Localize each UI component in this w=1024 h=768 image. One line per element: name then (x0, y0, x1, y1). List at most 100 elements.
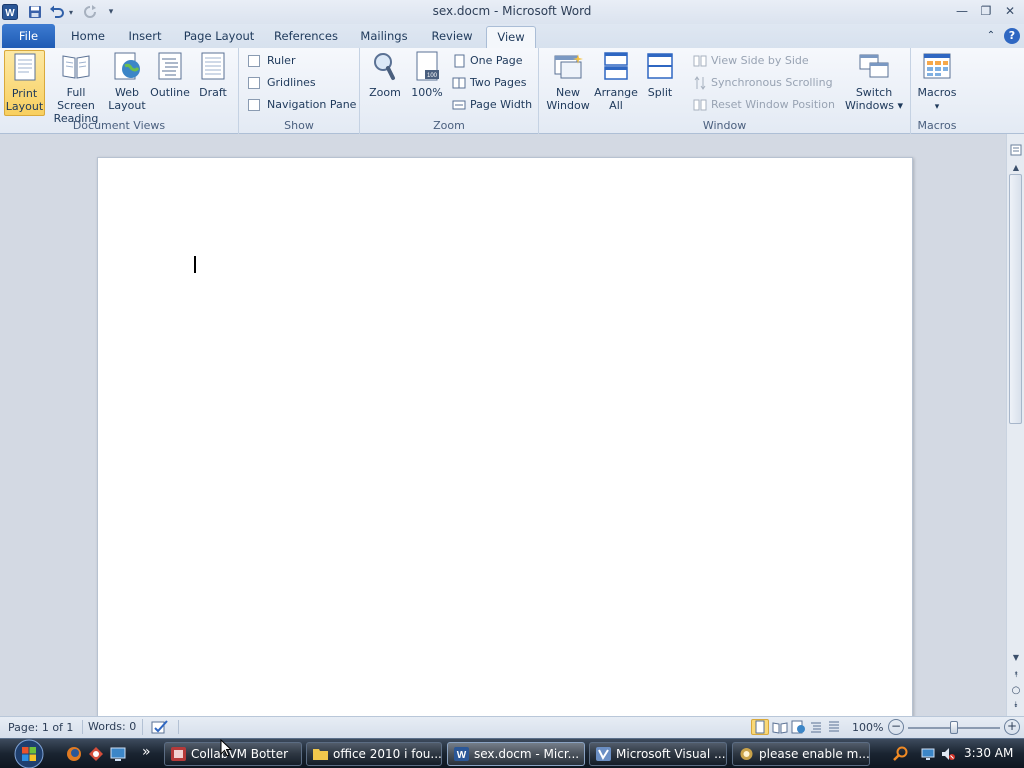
new-window-button[interactable]: New Window (543, 50, 593, 112)
outline-button[interactable]: Outline (149, 50, 191, 99)
web-layout-label-2: Layout (108, 99, 146, 112)
status-full-screen-reading-icon[interactable] (772, 720, 788, 737)
one-page-button[interactable]: One Page (452, 51, 523, 71)
taskbar-item-word-document[interactable]: W sex.docm - Micr... (447, 742, 585, 766)
start-button[interactable] (6, 739, 52, 768)
page-width-button[interactable]: Page Width (452, 95, 532, 115)
tab-mailings[interactable]: Mailings (354, 24, 414, 48)
zoom-label: Zoom (369, 86, 401, 99)
quicklaunch-more-icon[interactable]: » (142, 744, 151, 760)
macros-label: Macros (917, 86, 957, 99)
taskbar-item-please-enable[interactable]: please enable m... (732, 742, 870, 766)
gridlines-checkbox[interactable]: Gridlines (248, 73, 316, 93)
taskbar-item-label: sex.docm - Micr... (474, 747, 580, 761)
arrange-all-icon (604, 52, 628, 80)
taskbar-item-label: please enable m... (759, 747, 870, 761)
document-page[interactable] (97, 157, 913, 727)
draft-button[interactable]: Draft (193, 50, 233, 99)
folder-icon (313, 749, 328, 760)
quicklaunch-firefox-icon[interactable] (66, 746, 82, 765)
word-count[interactable]: Words: 0 (82, 720, 136, 734)
taskbar-item-office-folder[interactable]: office 2010 i fou... (306, 742, 442, 766)
group-document-views: Print Layout Full Screen Reading Web Layout… (0, 48, 239, 134)
tab-references[interactable]: References (270, 24, 342, 48)
gridlines-checkbox-box[interactable] (248, 77, 260, 89)
window-group-label: Window (702, 119, 747, 132)
switch-windows-button[interactable]: Switch Windows ▾ (842, 50, 906, 112)
switch-windows-label-1: Switch (855, 86, 893, 99)
full-screen-reading-button[interactable]: Full Screen Reading (47, 50, 105, 125)
split-button[interactable]: Split (641, 50, 679, 99)
tab-view[interactable]: View (486, 26, 536, 49)
scroll-down-arrow-icon[interactable]: ▼ (1008, 650, 1024, 664)
taskbar-item-label: CollabVM Botter (191, 747, 289, 761)
arrange-all-button[interactable]: Arrange All (594, 50, 638, 112)
page-count[interactable]: Page: 1 of 1 (8, 721, 73, 734)
ribbon-tabs: File Home Insert Page Layout References … (0, 24, 1024, 49)
document-name: sex.docm (432, 4, 491, 18)
ribbon-view: Print Layout Full Screen Reading Web Layout… (0, 48, 1024, 134)
full-screen-reading-icon (62, 55, 90, 79)
tab-file[interactable]: File (2, 24, 55, 48)
two-pages-label: Two Pages (470, 76, 527, 89)
clock[interactable]: 3:30 AM (964, 746, 1013, 760)
taskbar-item-label: Microsoft Visual ... (616, 747, 726, 761)
previous-page-icon[interactable]: ⯭ (1008, 668, 1024, 682)
zoom-slider-thumb[interactable] (950, 721, 958, 734)
mouse-pointer-icon (220, 738, 233, 760)
taskbar-item-visual-basic[interactable]: Microsoft Visual ... (589, 742, 727, 766)
two-pages-icon (452, 77, 466, 89)
scroll-up-arrow-icon[interactable]: ▲ (1008, 160, 1024, 174)
navigation-pane-label: Navigation Pane (267, 98, 357, 111)
macros-button[interactable]: Macros ▾ (915, 50, 959, 114)
navigation-pane-checkbox-box[interactable] (248, 99, 260, 111)
scroll-thumb[interactable] (1009, 174, 1022, 424)
quicklaunch-desktop-icon[interactable] (110, 746, 126, 765)
close-button[interactable]: ✕ (998, 2, 1022, 20)
chat-app-icon (740, 748, 753, 760)
zoom-level[interactable]: 100% (852, 721, 883, 734)
tray-search-icon[interactable] (892, 746, 908, 765)
zoom-out-button[interactable]: − (888, 719, 904, 735)
select-browse-object-icon[interactable]: ○ (1008, 683, 1024, 697)
tab-home[interactable]: Home (64, 24, 112, 48)
zoom-button[interactable]: Zoom (366, 50, 404, 99)
status-draft-icon[interactable] (826, 720, 842, 737)
print-layout-button[interactable]: Print Layout (4, 50, 45, 116)
tray-volume-muted-icon[interactable] (940, 746, 956, 765)
tab-page-layout[interactable]: Page Layout (180, 24, 258, 48)
status-web-layout-icon[interactable] (790, 720, 806, 737)
arrange-all-label-2: All (609, 99, 623, 112)
view-ruler-icon[interactable] (1008, 142, 1024, 158)
zoom-in-button[interactable]: + (1004, 719, 1020, 735)
status-bar: Page: 1 of 1 Words: 0 100% − + (0, 716, 1024, 738)
web-layout-button[interactable]: Web Layout (107, 50, 147, 112)
vertical-scrollbar[interactable]: ▲ ▼ ⯭ ○ ⯯ (1006, 134, 1024, 716)
status-print-layout-icon[interactable] (751, 719, 769, 735)
navigation-pane-checkbox[interactable]: Navigation Pane (248, 95, 356, 115)
tab-insert[interactable]: Insert (122, 24, 168, 48)
ruler-label: Ruler (267, 54, 296, 67)
minimize-button[interactable]: — (950, 2, 974, 20)
gridlines-label: Gridlines (267, 76, 316, 89)
taskbar-item-collabvm-botter[interactable]: CollabVM Botter (164, 742, 302, 766)
taskbar-item-label: office 2010 i fou... (333, 747, 442, 761)
ruler-checkbox[interactable]: Ruler (248, 51, 295, 71)
ruler-checkbox-box[interactable] (248, 55, 260, 67)
help-icon[interactable]: ? (1004, 28, 1020, 44)
text-cursor (194, 256, 196, 273)
minimize-ribbon-icon[interactable]: ⌃ (984, 24, 998, 48)
zoom-100-button[interactable]: 100 100% (408, 50, 446, 99)
proofing-icon[interactable] (142, 719, 169, 735)
next-page-icon[interactable]: ⯯ (1008, 698, 1024, 712)
tray-network-icon[interactable] (920, 746, 936, 765)
two-pages-button[interactable]: Two Pages (452, 73, 526, 93)
view-side-by-side-button: View Side by Side (693, 51, 809, 71)
restore-button[interactable]: ❐ (974, 2, 998, 20)
web-layout-label-1: Web (115, 86, 139, 99)
status-outline-icon[interactable] (808, 720, 824, 737)
draft-icon (201, 52, 225, 80)
zoom-group-label: Zoom (433, 119, 465, 132)
tab-review[interactable]: Review (426, 24, 478, 48)
quicklaunch-browser-icon[interactable] (88, 746, 104, 765)
